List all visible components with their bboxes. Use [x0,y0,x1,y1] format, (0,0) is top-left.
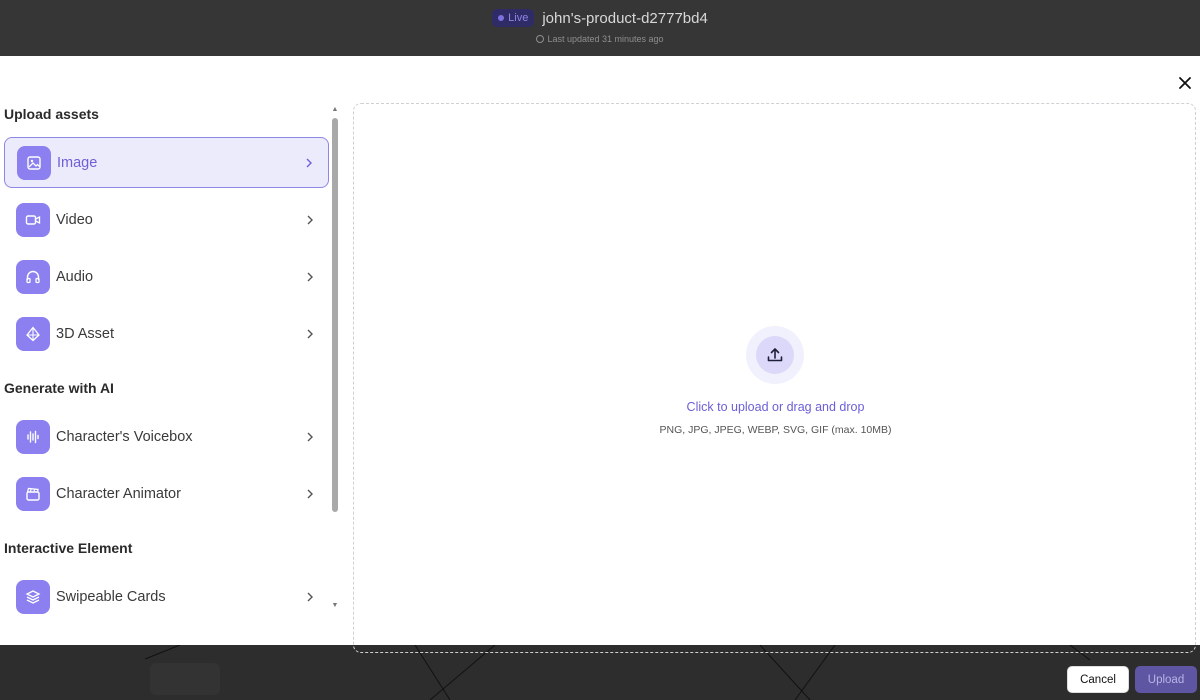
live-dot-icon [498,15,505,21]
waveform-icon [16,419,50,454]
layers-icon [16,579,50,614]
sidebar-item-label: Character Animator [56,485,181,502]
section-title-interactive-element: Interactive Element [4,540,133,556]
clock-icon [536,35,545,43]
chevron-right-icon [303,327,317,341]
sidebar-item-label: Image [57,154,98,171]
chevron-right-icon [302,156,316,170]
scroll-down-arrow[interactable]: ▼ [330,602,340,609]
close-button[interactable] [1176,74,1194,92]
sidebar-item-swipeable-cards[interactable]: Swipeable Cards [4,571,329,622]
close-icon [1179,77,1191,89]
sidebar-item-label: Video [56,211,93,228]
section-title-generate-ai: Generate with AI [4,380,114,396]
sidebar-item-image[interactable]: Image [4,137,329,188]
sidebar-item-audio[interactable]: Audio [4,251,329,302]
upload-dropzone[interactable]: Click to upload or drag and drop PNG, JP… [353,103,1196,653]
upload-cta-text[interactable]: Click to upload or drag and drop [354,400,1197,414]
scroll-up-arrow[interactable]: ▲ [330,106,340,113]
live-badge-label: Live [508,12,529,24]
project-title-row: Live john's-product-d2777bd4 [0,9,1200,27]
background-header: Live john's-product-d2777bd4 Last update… [0,0,1200,56]
sidebar-item-label: Swipeable Cards [56,588,166,605]
chevron-right-icon [303,590,317,604]
sidebar-item-label: Character's Voicebox [56,428,193,445]
chevron-right-icon [303,213,317,227]
sidebar-item-label: Audio [56,268,94,285]
chevron-right-icon [303,270,317,284]
last-updated: Last updated 31 minutes ago [0,34,1200,44]
project-title: john's-product-d2777bd4 [542,9,708,27]
sidebar-item-label: 3D Asset [56,325,115,342]
background-canvas [0,645,1200,700]
sidebar-item-character-voicebox[interactable]: Character's Voicebox [4,411,329,462]
clapperboard-icon [16,476,50,511]
headphones-icon [16,259,50,294]
last-updated-text: Last updated 31 minutes ago [547,34,664,44]
section-title-upload-assets: Upload assets [4,106,99,122]
upload-file-types-hint: PNG, JPG, JPEG, WEBP, SVG, GIF (max. 10M… [659,424,892,436]
sidebar-item-video[interactable]: Video [4,194,329,245]
video-icon [16,202,50,237]
sidebar-item-3d-asset[interactable]: 3D Asset [4,308,329,359]
background-toolbar [150,663,220,695]
cube-icon [16,316,50,351]
image-icon [17,145,51,180]
upload-icon [756,336,794,374]
asset-sidebar: Upload assets Image Video Audio 3D Asset… [0,56,343,645]
sidebar-scrollbar[interactable] [332,118,338,512]
upload-button[interactable]: Upload [1135,666,1197,693]
chevron-right-icon [303,430,317,444]
upload-icon-halo [746,326,804,384]
live-badge: Live [492,9,535,27]
upload-modal: Upload assets Image Video Audio 3D Asset… [0,56,1200,653]
cancel-button[interactable]: Cancel [1067,666,1129,693]
sidebar-item-character-animator[interactable]: Character Animator [4,468,329,519]
chevron-right-icon [303,487,317,501]
